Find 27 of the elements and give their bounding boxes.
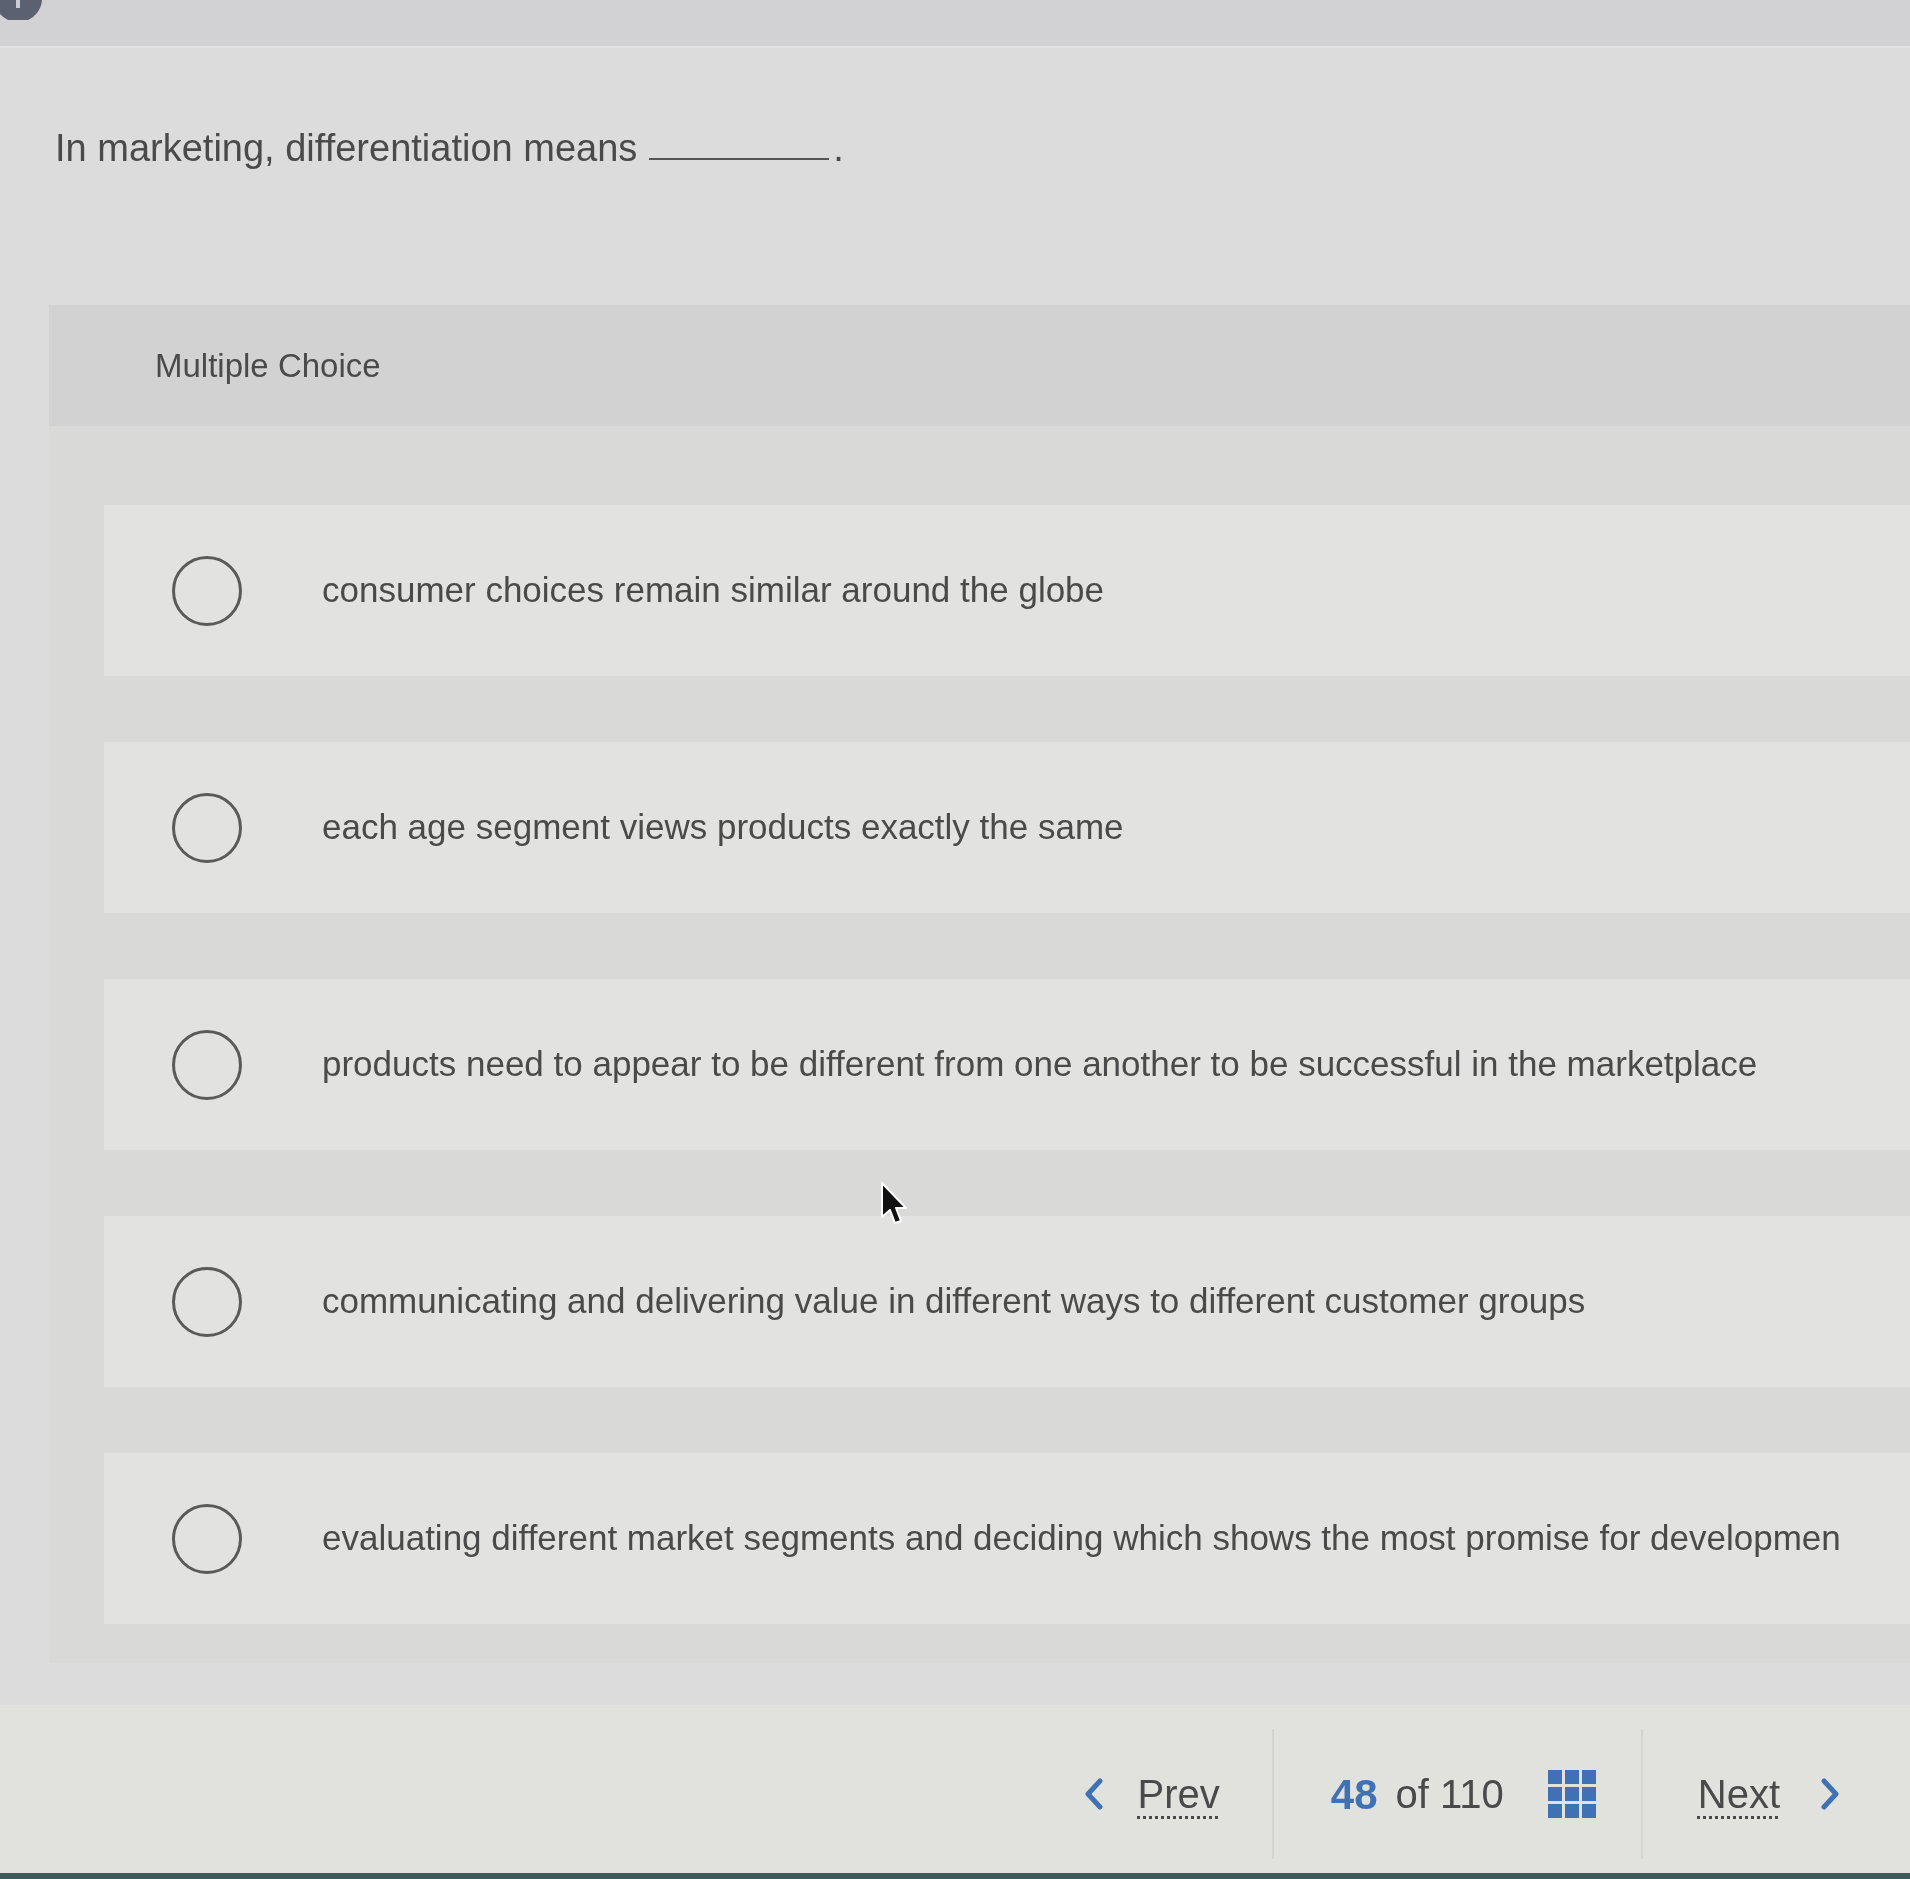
cursor-icon <box>880 1181 908 1225</box>
option-text: communicating and delivering value in different ways to different customer groups <box>322 1280 1586 1323</box>
radio-button[interactable] <box>172 792 242 863</box>
radio-button[interactable] <box>172 1503 242 1574</box>
radio-button[interactable] <box>172 1029 242 1100</box>
period-text: . <box>833 126 844 170</box>
option-text: each age segment views products exactly the same <box>322 806 1124 849</box>
grid-icon[interactable] <box>1547 1770 1596 1818</box>
option-text: evaluating different market segments and deciding which shows the most promise for developmen <box>322 1517 1841 1560</box>
prev-button[interactable]: Prev <box>1073 1764 1272 1824</box>
question-type-label: Multiple Choice <box>155 345 381 386</box>
option-card[interactable]: each age segment views products exactly the same <box>104 742 1910 913</box>
radio-button[interactable] <box>172 555 242 626</box>
radio-button[interactable] <box>172 1266 242 1337</box>
chevron-left-icon <box>1083 1778 1104 1810</box>
option-card[interactable]: communicating and delivering value in different ways to different customer groups <box>104 1216 1910 1387</box>
current-question-number: 48 <box>1330 1769 1378 1820</box>
option-card[interactable]: products need to appear to be different from one another to be successful in the marketplace <box>104 979 1910 1150</box>
option-text: products need to appear to be different from one another to be successful in the marketplace <box>322 1043 1758 1086</box>
question-total: of 110 <box>1395 1771 1504 1818</box>
option-card[interactable]: consumer choices remain similar around the globe <box>104 505 1910 676</box>
info-icon[interactable] <box>0 0 44 20</box>
option-card[interactable]: evaluating different market segments and deciding which shows the most promise for developmen <box>104 1453 1910 1624</box>
option-text: consumer choices remain similar around the globe <box>322 569 1105 612</box>
question-text: In marketing, differentiation means <box>55 126 638 170</box>
next-button[interactable]: Next <box>1642 1764 1840 1824</box>
chevron-right-icon <box>1820 1778 1840 1810</box>
